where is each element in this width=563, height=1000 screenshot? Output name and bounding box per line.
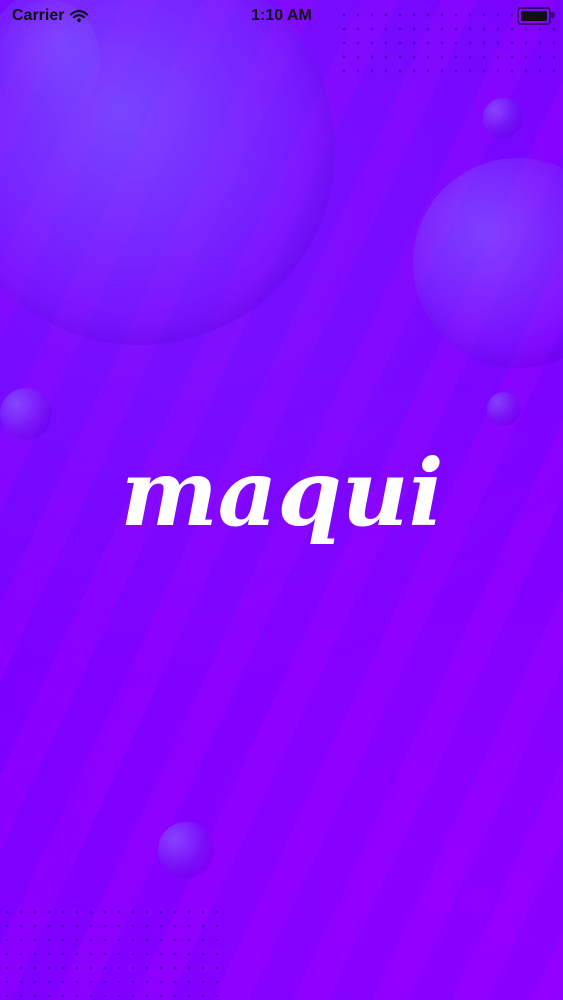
splash-screen: Carrier 1:10 AM maqui [0, 0, 563, 1000]
maqui-logo-mark: maqui [120, 439, 443, 547]
status-bar: Carrier 1:10 AM [0, 0, 563, 32]
battery-icon [517, 7, 554, 25]
dot-pattern-bottom-left [0, 905, 220, 1000]
decorative-bubble-left [0, 388, 52, 440]
decorative-bubble-top [483, 98, 523, 138]
battery-fill [521, 11, 547, 21]
status-time: 1:10 AM [251, 7, 312, 24]
brand-text: maqui [120, 447, 443, 547]
brand-logo: maqui [0, 439, 563, 572]
decorative-bubble-right [487, 392, 521, 426]
decorative-bubble-bottom [158, 822, 214, 878]
